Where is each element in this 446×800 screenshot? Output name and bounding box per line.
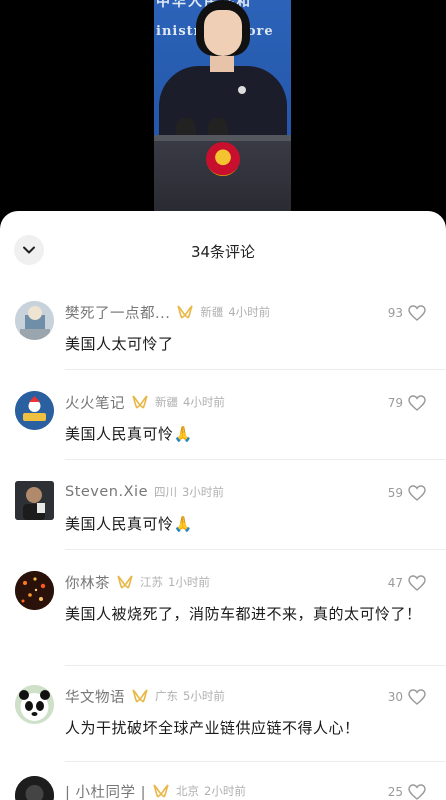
heart-outline-icon [408, 305, 426, 321]
national-emblem-icon [206, 142, 240, 176]
video-player[interactable]: 中华人民共和 inistry of Fore [0, 0, 446, 230]
microphone-icon [176, 118, 196, 136]
avatar[interactable] [15, 391, 54, 430]
comment-author[interactable]: 樊死了一点都... [65, 302, 170, 323]
gold-badge-icon [117, 575, 133, 589]
comment-text: 美国人太可怜了 [65, 335, 174, 353]
comment-text: 美国人民真可怜🙏 [65, 515, 193, 533]
comment-location: 北京 [176, 784, 199, 798]
heart-outline-icon [408, 575, 426, 591]
divider [65, 369, 446, 370]
comment-location: 新疆 [200, 305, 224, 319]
comment-time: 4小时前 [183, 395, 225, 409]
comment-author[interactable]: 你林茶 [65, 572, 110, 593]
comment-location: 四川 [154, 485, 177, 499]
comment-text: 人为干扰破坏全球产业链供应链不得人心！ [65, 719, 360, 737]
comment-author[interactable]: 华文物语 [65, 686, 125, 707]
comment-time: 4小时前 [228, 305, 271, 319]
heart-outline-icon [408, 395, 426, 411]
gold-badge-icon [153, 784, 169, 798]
like-count: 93 [387, 306, 403, 320]
like-count: 30 [387, 690, 403, 704]
video-frame: 中华人民共和 inistry of Fore [154, 0, 291, 212]
comments-sheet: 34条评论 樊死了一点都... 新疆 4小时前 93 美国人太可怜了 火火笔记 … [0, 211, 446, 800]
gold-badge-icon [132, 395, 148, 409]
like-count: 59 [387, 486, 403, 500]
comment-location: 江苏 [140, 575, 163, 589]
avatar[interactable] [15, 685, 54, 724]
comment-time: 3小时前 [182, 485, 224, 499]
microphone-icon [208, 118, 228, 136]
comment-author[interactable]: | 小杜同学 | [65, 781, 146, 800]
comment-author[interactable]: 火火笔记 [65, 392, 125, 413]
like-button[interactable]: 25 [388, 784, 426, 800]
like-button[interactable]: 47 [388, 575, 426, 591]
like-button[interactable]: 79 [388, 395, 426, 411]
comment-time: 2小时前 [204, 784, 246, 798]
divider [65, 459, 446, 460]
gold-badge-icon [132, 689, 148, 703]
comment-time: 1小时前 [168, 575, 210, 589]
comment-author[interactable]: Steven.Xie [65, 484, 148, 500]
avatar[interactable] [15, 301, 54, 340]
gold-badge-icon [177, 305, 194, 319]
avatar[interactable] [15, 776, 54, 800]
comments-count-title: 34条评论 [190, 243, 256, 261]
comment-text: 美国人民真可怜🙏 [65, 425, 193, 443]
divider [65, 761, 446, 762]
like-count: 47 [387, 576, 403, 590]
like-button[interactable]: 30 [388, 689, 426, 705]
like-button[interactable]: 93 [388, 305, 426, 321]
avatar[interactable] [15, 481, 54, 520]
divider [65, 549, 446, 550]
heart-outline-icon [408, 689, 426, 705]
like-button[interactable]: 59 [388, 485, 426, 501]
like-count: 79 [387, 396, 403, 410]
comment-text: 美国人被烧死了，消防车都进不来，真的太可怜了！ [65, 605, 422, 623]
comment-time: 5小时前 [183, 689, 225, 703]
heart-outline-icon [408, 784, 426, 800]
comment-location: 新疆 [155, 395, 178, 409]
comment-location: 广东 [155, 689, 178, 703]
divider [65, 665, 446, 666]
like-count: 25 [387, 785, 403, 799]
heart-outline-icon [408, 485, 426, 501]
avatar[interactable] [15, 571, 54, 610]
